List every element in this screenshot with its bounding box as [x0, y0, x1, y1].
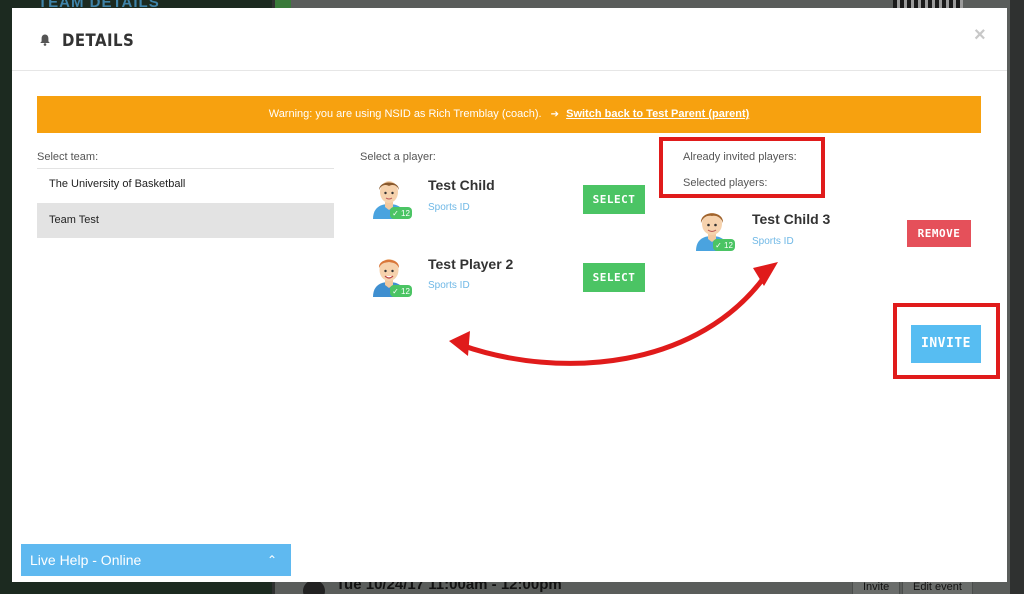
select-player-label: Select a player:	[360, 151, 436, 163]
close-icon[interactable]: ×	[974, 24, 986, 47]
player-sports-id[interactable]: Sports ID	[428, 202, 470, 213]
svg-text:✓ 12: ✓ 12	[392, 287, 410, 296]
already-invited-label: Already invited players:	[683, 151, 797, 163]
live-help-bar[interactable]: Live Help - Online ⌃	[21, 544, 291, 576]
player-avatar: ✓ 12	[696, 213, 735, 251]
details-modal: DETAILS × Warning: you are using NSID as…	[12, 8, 1007, 582]
modal-title: DETAILS	[62, 31, 135, 51]
warning-banner: Warning: you are using NSID as Rich Trem…	[37, 96, 981, 133]
player-name: Test Player 2	[428, 256, 514, 272]
bell-icon	[40, 34, 50, 46]
player-sports-id[interactable]: Sports ID	[428, 280, 470, 291]
selected-player-name: Test Child 3	[752, 211, 831, 227]
svg-text:✓ 12: ✓ 12	[715, 241, 733, 250]
select-player-button[interactable]: SELECT	[583, 263, 645, 292]
live-help-text: Live Help - Online	[30, 552, 142, 568]
invite-button[interactable]: INVITE	[911, 325, 981, 363]
svg-text:✓ 12: ✓ 12	[392, 209, 410, 218]
select-team-label: Select team:	[37, 151, 99, 163]
selected-players-label: Selected players:	[683, 177, 768, 189]
selected-player-sports-id[interactable]: Sports ID	[752, 236, 794, 247]
sign-out-icon: ➔	[550, 109, 560, 120]
team-item-team-test[interactable]: Team Test	[37, 203, 334, 238]
player-avatar: ✓ 12	[373, 259, 412, 297]
switch-user-link[interactable]: Switch back to Test Parent (parent)	[566, 108, 749, 120]
player-avatar: ✓ 12	[373, 181, 412, 219]
select-player-button[interactable]: SELECT	[583, 185, 645, 214]
player-name: Test Child	[428, 177, 495, 193]
team-item-university[interactable]: The University of Basketball	[37, 167, 334, 202]
chevron-up-icon[interactable]: ⌃	[267, 544, 277, 576]
remove-player-button[interactable]: REMOVE	[907, 220, 971, 247]
warning-text: Warning: you are using NSID as Rich Trem…	[268, 108, 542, 120]
modal-header: DETAILS ×	[12, 8, 1007, 71]
